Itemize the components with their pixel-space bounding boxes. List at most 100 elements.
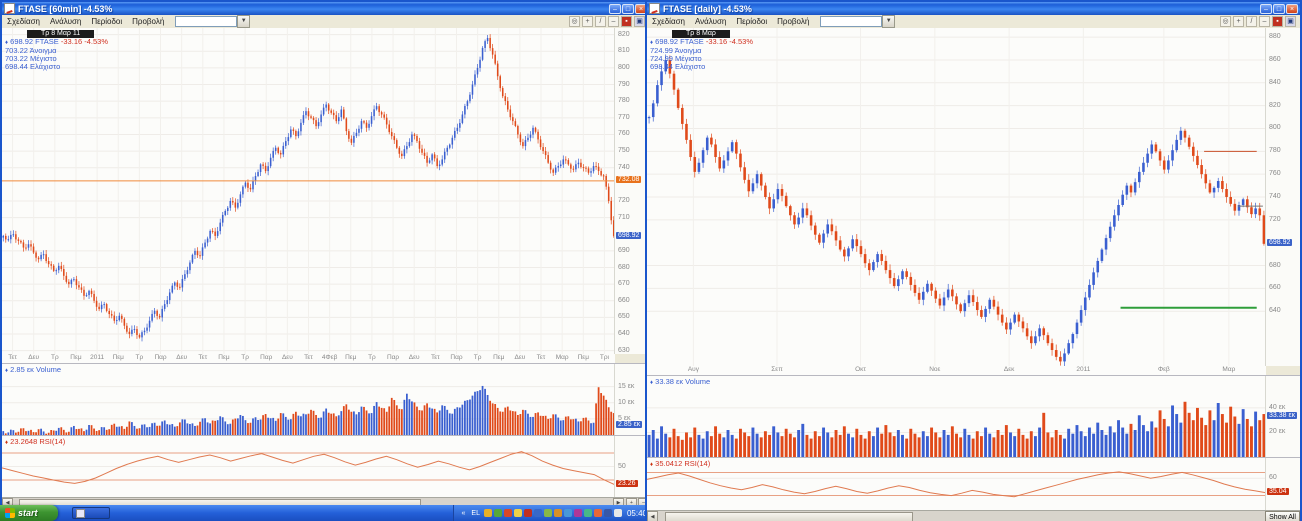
time-axis-60min: ΤετΔευΤρΠεμ2011ΠεμΤρΠαρΔευΤετΠεμΤρΠαρΔευ… <box>2 354 615 363</box>
zoom-icon[interactable]: ◎ <box>569 16 580 27</box>
price-pane-60min[interactable]: 8208108007907807707607507407207106906806… <box>2 28 649 354</box>
zoom-icon[interactable]: ◎ <box>1220 16 1231 27</box>
minus-tool-icon[interactable]: – <box>608 16 619 27</box>
tray-icon[interactable] <box>534 509 542 517</box>
change-label: -33.16 -4.53% <box>706 37 753 46</box>
maximize-icon[interactable]: □ <box>1273 4 1285 14</box>
minus-tool-icon[interactable]: – <box>1259 16 1270 27</box>
show-all-button[interactable]: Show All <box>1265 511 1300 521</box>
tray-icon[interactable] <box>544 509 552 517</box>
maximize-icon[interactable]: □ <box>622 4 634 14</box>
line-tool-icon[interactable]: / <box>1246 16 1257 27</box>
crosshair-icon[interactable]: + <box>1233 16 1244 27</box>
tray-icon[interactable] <box>554 509 562 517</box>
minimize-icon[interactable]: – <box>609 4 621 14</box>
menu-periods[interactable]: Περίοδοι <box>731 17 772 26</box>
time-axis-label: 2011 <box>1076 366 1090 373</box>
minimize-icon[interactable]: – <box>1260 4 1272 14</box>
time-axis-label: 4Φεβ <box>322 354 337 361</box>
rsi-label: 23.2648 RSI(14) <box>10 437 65 446</box>
axis-tick-label: 690 <box>618 247 630 254</box>
time-axis-label: Πεμ <box>70 354 81 361</box>
right-volume-plot[interactable] <box>647 376 1266 457</box>
taskbar-button[interactable] <box>72 507 110 519</box>
price-badge: 698.92 <box>1267 239 1292 246</box>
time-axis-label: Δεκ <box>1004 366 1015 373</box>
axis-tick-label: 670 <box>618 280 630 287</box>
symbol-search-input[interactable] <box>820 16 882 27</box>
menu-analysis[interactable]: Ανάλυση <box>690 17 731 26</box>
chart-window-60min: FTASE [60min] -4.53% – □ × Σχεδίαση Ανάλ… <box>0 0 651 506</box>
tray-chevron-icon[interactable]: « <box>460 510 468 517</box>
save-icon[interactable]: ▣ <box>1285 16 1296 27</box>
window-title: FTASE [daily] -4.53% <box>663 4 1260 14</box>
tray-icon[interactable] <box>594 509 602 517</box>
close-icon[interactable]: × <box>1286 4 1298 14</box>
tray-icon[interactable] <box>504 509 512 517</box>
chevron-down-icon[interactable]: ▼ <box>882 15 895 28</box>
left-rsi-plot[interactable] <box>2 436 615 497</box>
axis-tick-label: 790 <box>618 81 630 88</box>
left-volume-plot[interactable] <box>2 364 615 435</box>
menu-analysis[interactable]: Ανάλυση <box>45 17 86 26</box>
start-button[interactable]: start <box>0 505 58 521</box>
axis-tick-label: 660 <box>618 297 630 304</box>
volume-pane-60min[interactable]: 15 εκ10 εκ5 εκ2.85 εκ ♦ 2.85 εκ Volume <box>2 363 649 435</box>
axis-tick-label: 760 <box>1269 170 1281 177</box>
tray-icon[interactable] <box>484 509 492 517</box>
tray-icon[interactable] <box>564 509 572 517</box>
line-tool-icon[interactable]: / <box>595 16 606 27</box>
series-marker-icon: ♦ <box>5 368 8 374</box>
axis-tick-label: 640 <box>618 330 630 337</box>
left-main-plot[interactable] <box>2 28 615 354</box>
time-axis-label: 2011 <box>90 354 104 361</box>
menu-periods[interactable]: Περίοδοι <box>86 17 127 26</box>
time-axis-label: Τρ <box>368 354 376 361</box>
tray-icon[interactable] <box>494 509 502 517</box>
axis-tick-label: 60 <box>1269 474 1277 481</box>
save-icon[interactable]: ▣ <box>634 16 645 27</box>
stop-icon[interactable]: ▪ <box>1272 16 1283 27</box>
tray-icon[interactable] <box>604 509 612 517</box>
rsi-pane-daily[interactable]: 6035.04 ♦ 35.0412 RSI(14) <box>647 457 1300 510</box>
menu-drawing[interactable]: Σχεδίαση <box>647 17 690 26</box>
tray-icon[interactable] <box>614 509 622 517</box>
right-rsi-plot[interactable] <box>647 458 1266 510</box>
tray-icon[interactable] <box>514 509 522 517</box>
windows-flag-icon <box>5 508 15 518</box>
menu-drawing[interactable]: Σχεδίαση <box>2 17 45 26</box>
axis-tick-label: 680 <box>1269 262 1281 269</box>
right-main-plot[interactable] <box>647 28 1266 366</box>
axis-tick-label: 710 <box>618 214 630 221</box>
time-axis-label: Παρ <box>260 354 272 361</box>
crosshair-icon[interactable]: + <box>582 16 593 27</box>
axis-tick-label: 650 <box>618 313 630 320</box>
menu-view[interactable]: Προβολή <box>127 17 169 26</box>
chevron-down-icon[interactable]: ▼ <box>237 15 250 28</box>
chart-toolbar: ◎+/–▪▣ <box>1220 16 1300 27</box>
time-axis-label: Τρ <box>51 354 59 361</box>
rsi-pane-60min[interactable]: 5023.26 ♦ 23.2648 RSI(14) <box>2 435 649 497</box>
titlebar-daily[interactable]: FTASE [daily] -4.53% – □ × <box>647 2 1300 15</box>
volume-pane-daily[interactable]: 40 εκ20 εκ33.38 εκ ♦ 33.38 εκ Volume <box>647 375 1300 457</box>
scroll-left-icon[interactable]: ◀ <box>647 511 658 521</box>
low-label: 698.44 Ελάχιστο <box>650 63 753 71</box>
axis-tick-label: 10 εκ <box>618 399 634 406</box>
chart-window-daily: FTASE [daily] -4.53% – □ × Σχεδίαση Ανάλ… <box>645 0 1302 521</box>
price-pane-daily[interactable]: 880860840820800780760740720680660640698.… <box>647 28 1300 366</box>
symbol-search-input[interactable] <box>175 16 237 27</box>
titlebar-60min[interactable]: FTASE [60min] -4.53% – □ × <box>2 2 649 15</box>
tray-icon[interactable] <box>584 509 592 517</box>
time-axis-label: Πεμ <box>113 354 124 361</box>
axis-tick-label: 740 <box>1269 193 1281 200</box>
taskbar-clock[interactable]: 05:40 <box>624 509 647 518</box>
series-marker-icon: ♦ <box>650 462 653 468</box>
tray-icon[interactable] <box>574 509 582 517</box>
tray-icon[interactable] <box>524 509 532 517</box>
stop-icon[interactable]: ▪ <box>621 16 632 27</box>
language-indicator[interactable]: EL <box>469 510 482 517</box>
scrollbar-thumb[interactable] <box>665 512 913 521</box>
menu-view[interactable]: Προβολή <box>772 17 814 26</box>
h-scrollbar-daily[interactable]: ◀ Show All <box>647 510 1300 521</box>
axis-tick-label: 20 εκ <box>1269 428 1285 435</box>
